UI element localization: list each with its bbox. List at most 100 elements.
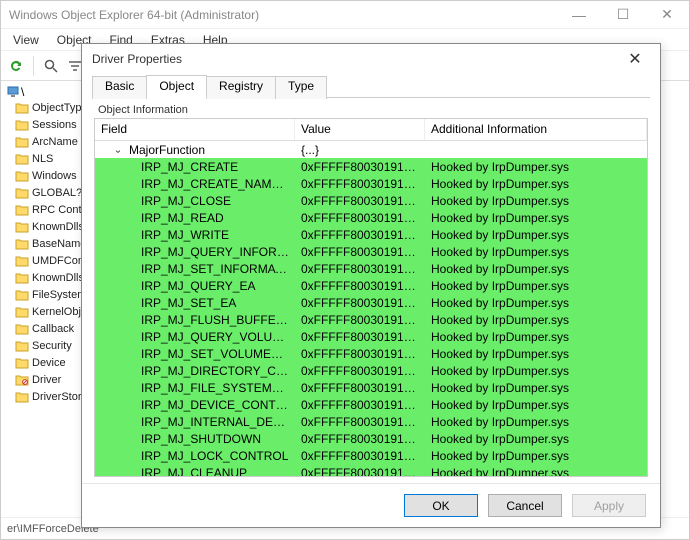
folder-icon <box>15 238 29 250</box>
driver-folder-icon <box>15 374 29 386</box>
tree-node[interactable]: Windows <box>15 167 81 184</box>
tree-node-label: DriverStores <box>32 391 81 403</box>
grid-row[interactable]: IRP_MJ_FLUSH_BUFFERS0xFFFFF80030191E30Ho… <box>95 311 647 328</box>
tree-node[interactable]: Callback <box>15 320 81 337</box>
tree-node[interactable]: Sessions <box>15 116 81 133</box>
grid-parent-row[interactable]: › MajorFunction {...} <box>95 141 647 158</box>
grid-row[interactable]: IRP_MJ_CLOSE0xFFFFF80030191E30Hooked by … <box>95 192 647 209</box>
cell-field: IRP_MJ_WRITE <box>95 228 295 242</box>
window-controls: — ☐ ✕ <box>557 1 689 28</box>
grid-row[interactable]: IRP_MJ_QUERY_EA0xFFFFF80030191E30Hooked … <box>95 277 647 294</box>
tree-node[interactable]: DriverStores <box>15 388 81 405</box>
ok-button[interactable]: OK <box>404 494 478 517</box>
cell-field: IRP_MJ_INTERNAL_DEVICE_C... <box>95 415 295 429</box>
dialog-title: Driver Properties <box>92 52 620 66</box>
grid-body[interactable]: › MajorFunction {...} IRP_MJ_CREATE0xFFFF… <box>95 141 647 476</box>
cell-info: Hooked by IrpDumper.sys <box>425 347 647 361</box>
group-label: Object Information <box>98 104 648 116</box>
tree-node-label: NLS <box>32 153 53 165</box>
folder-icon <box>15 204 29 216</box>
cell-value: 0xFFFFF80030191E30 <box>295 449 425 463</box>
grid-row[interactable]: IRP_MJ_FILE_SYSTEM_CONTR...0xFFFFF800301… <box>95 379 647 396</box>
tree-root-label: \ <box>21 85 24 99</box>
maximize-button[interactable]: ☐ <box>601 1 645 28</box>
folder-icon <box>15 306 29 318</box>
dialog-close-button[interactable]: ✕ <box>620 49 650 69</box>
grid-row[interactable]: IRP_MJ_QUERY_INFORMATION0xFFFFF80030191E… <box>95 243 647 260</box>
grid-row[interactable]: IRP_MJ_SHUTDOWN0xFFFFF80030191E30Hooked … <box>95 430 647 447</box>
grid-row[interactable]: IRP_MJ_SET_VOLUME_INFOR...0xFFFFF8003019… <box>95 345 647 362</box>
grid-row[interactable]: IRP_MJ_QUERY_VOLUME_INF...0xFFFFF8003019… <box>95 328 647 345</box>
grid-row[interactable]: IRP_MJ_CREATE_NAMED_PIPE0xFFFFF80030191E… <box>95 175 647 192</box>
folder-icon <box>15 289 29 301</box>
tree-children: ObjectTypes Sessions ArcName NLS Windows GLOB… <box>1 99 81 405</box>
apply-button[interactable]: Apply <box>572 494 646 517</box>
cell-field: IRP_MJ_QUERY_VOLUME_INF... <box>95 330 295 344</box>
grid-row[interactable]: IRP_MJ_INTERNAL_DEVICE_C...0xFFFFF800301… <box>95 413 647 430</box>
tree-node-label: FileSystem <box>32 289 81 301</box>
tree-node[interactable]: KnownDlls <box>15 269 81 286</box>
grid-row[interactable]: IRP_MJ_READ0xFFFFF80030191E30Hooked by I… <box>95 209 647 226</box>
folder-icon <box>15 391 29 403</box>
cell-value: 0xFFFFF80030191E30 <box>295 279 425 293</box>
tab-type[interactable]: Type <box>275 76 327 99</box>
tree-node[interactable]: RPC Control <box>15 201 81 218</box>
tree-node[interactable]: Security <box>15 337 81 354</box>
cell-value: 0xFFFFF80030191E30 <box>295 347 425 361</box>
folder-icon <box>15 136 29 148</box>
grid-row[interactable]: IRP_MJ_WRITE0xFFFFF80030191E30Hooked by … <box>95 226 647 243</box>
tree-node[interactable]: KernelObjects <box>15 303 81 320</box>
tree-node[interactable]: NLS <box>15 150 81 167</box>
tree-node-label: RPC Control <box>32 204 81 216</box>
grid-row[interactable]: IRP_MJ_SET_EA0xFFFFF80030191E30Hooked by… <box>95 294 647 311</box>
cell-value: 0xFFFFF80030191E30 <box>295 466 425 477</box>
grid-row[interactable]: IRP_MJ_CREATE0xFFFFF80030191E30Hooked by… <box>95 158 647 175</box>
tree-node[interactable]: Driver <box>15 371 81 388</box>
tree-node[interactable]: ObjectTypes <box>15 99 81 116</box>
tree-node[interactable]: ArcName <box>15 133 81 150</box>
minimize-button[interactable]: — <box>557 1 601 28</box>
cell-value: 0xFFFFF80030191E30 <box>295 160 425 174</box>
tab-object[interactable]: Object <box>146 75 207 98</box>
col-info[interactable]: Additional Information <box>425 119 647 140</box>
tree-node-label: KernelObjects <box>32 306 81 318</box>
grid-row[interactable]: IRP_MJ_LOCK_CONTROL0xFFFFF80030191E30Hoo… <box>95 447 647 464</box>
cancel-button[interactable]: Cancel <box>488 494 562 517</box>
cell-info: Hooked by IrpDumper.sys <box>425 381 647 395</box>
cell-field: IRP_MJ_SET_EA <box>95 296 295 310</box>
tree-node[interactable]: UMDFCommunicationPorts <box>15 252 81 269</box>
tree-node-label: Windows <box>32 170 77 182</box>
dialog-buttons: OK Cancel Apply <box>82 483 660 527</box>
close-button[interactable]: ✕ <box>645 1 689 28</box>
grid-row[interactable]: IRP_MJ_DIRECTORY_CONTROL0xFFFFF80030191E… <box>95 362 647 379</box>
folder-icon <box>15 119 29 131</box>
tree-node[interactable]: Device <box>15 354 81 371</box>
parent-value: {...} <box>295 143 425 157</box>
menu-view[interactable]: View <box>5 31 47 49</box>
tree-node[interactable]: BaseNamedObjects <box>15 235 81 252</box>
search-icon[interactable] <box>42 57 60 75</box>
folder-icon <box>15 272 29 284</box>
tree-node[interactable]: KnownDlls32 <box>15 218 81 235</box>
tab-registry[interactable]: Registry <box>206 76 276 99</box>
tree-node-label: Callback <box>32 323 74 335</box>
tree-node-label: Security <box>32 340 72 352</box>
cell-field: IRP_MJ_SHUTDOWN <box>95 432 295 446</box>
tree-node[interactable]: GLOBAL?? <box>15 184 81 201</box>
grid-row[interactable]: IRP_MJ_DEVICE_CONTROL0xFFFFF80030191E30H… <box>95 396 647 413</box>
tree-node[interactable]: FileSystem <box>15 286 81 303</box>
grid-row[interactable]: IRP_MJ_CLEANUP0xFFFFF80030191E30Hooked b… <box>95 464 647 476</box>
folder-icon <box>15 255 29 267</box>
grid-row[interactable]: IRP_MJ_SET_INFORMATION0xFFFFF80030191E30… <box>95 260 647 277</box>
tree-node-label: UMDFCommunicationPorts <box>32 255 81 267</box>
chevron-down-icon[interactable]: › <box>113 144 124 157</box>
col-value[interactable]: Value <box>295 119 425 140</box>
tab-basic[interactable]: Basic <box>92 76 147 99</box>
tree-node-label: Sessions <box>32 119 77 131</box>
tree-root[interactable]: \ <box>1 85 81 99</box>
folder-icon <box>15 170 29 182</box>
cell-info: Hooked by IrpDumper.sys <box>425 364 647 378</box>
refresh-icon[interactable] <box>7 57 25 75</box>
col-field[interactable]: Field <box>95 119 295 140</box>
parent-field: MajorFunction <box>129 143 205 157</box>
